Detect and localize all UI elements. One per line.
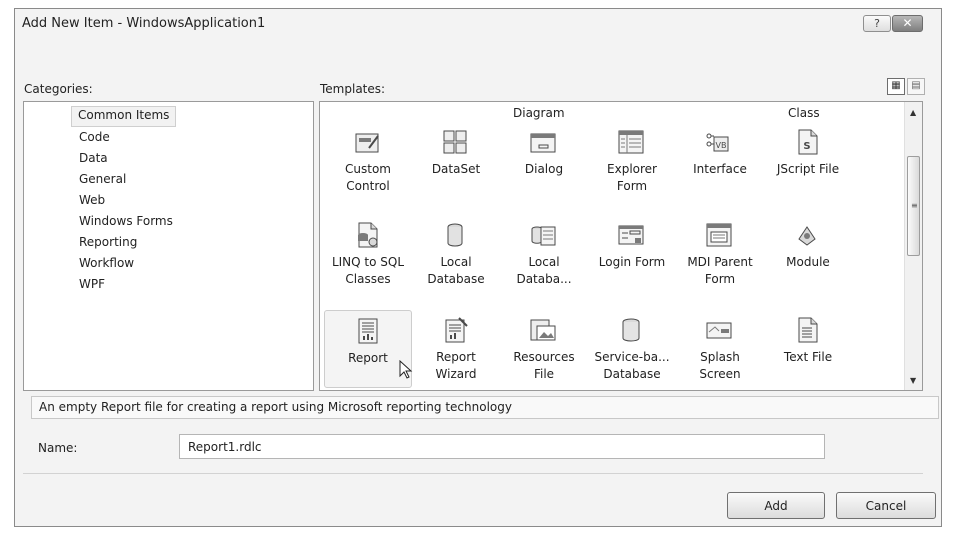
category-item-common-items[interactable]: Common Items [71,106,177,127]
template-header-class: Class [788,106,820,120]
template-tile-text-file[interactable]: Text File [764,310,852,388]
custom-control-icon [353,128,381,156]
template-label: Local Databa... [516,255,572,286]
resources-file-icon [529,316,557,344]
scroll-grip-icon: ≡ [911,201,918,210]
templates-label: Templates: [320,82,386,96]
local-database-icon [441,221,469,249]
template-label: LINQ to SQL Classes [331,255,405,286]
category-item-code[interactable]: Code [24,127,176,148]
svg-text:S: S [803,141,810,152]
template-label: Dialog [524,162,564,176]
splash-screen-icon [705,316,733,344]
scroll-up-arrow-icon[interactable]: ▲ [910,108,916,117]
category-item-data[interactable]: Data [24,148,176,169]
svg-text:VB: VB [716,141,727,150]
service-based-database-icon [617,316,645,344]
mouse-cursor-icon [399,359,413,380]
template-tile-report[interactable]: Report [324,310,413,388]
template-tile-linq-to-sql[interactable]: LINQ to SQL Classes [324,215,412,293]
report-wizard-icon [441,316,469,344]
separator [23,473,923,474]
template-tile-service-based-database[interactable]: Service-ba... Database [588,310,676,388]
template-header-diagram: Diagram [513,106,565,120]
template-label: Custom Control [345,162,391,193]
template-tile-splash-screen[interactable]: Splash Screen [676,310,764,388]
category-item-reporting[interactable]: Reporting [24,232,176,253]
text-file-icon [793,316,821,344]
add-new-item-dialog: Add New Item - WindowsApplication1 ? ✕ C… [14,8,942,527]
local-database-cache-icon [529,221,557,249]
linq-to-sql-icon [353,221,381,249]
module-icon [793,221,821,249]
template-tile-dialog[interactable]: Dialog [500,122,588,200]
template-tile-jscript-file[interactable]: S JScript File [764,122,852,200]
template-label: MDI Parent Form [687,255,753,286]
template-label: Resources File [513,350,575,381]
category-item-general[interactable]: General [24,169,176,190]
dialog-icon [529,128,557,156]
explorer-form-icon [617,128,645,156]
category-item-web[interactable]: Web [24,190,176,211]
template-tile-explorer-form[interactable]: Explorer Form [588,122,676,200]
template-label: Report Wizard [435,350,477,381]
category-item-workflow[interactable]: Workflow [24,253,176,274]
jscript-file-icon: S [793,128,821,156]
templates-list[interactable]: Diagram Class Custom Control DataSet Dialo… [319,101,923,391]
template-tile-dataset[interactable]: DataSet [412,122,500,200]
template-label: Explorer Form [607,162,657,193]
template-label: Text File [783,350,833,364]
scrollbar-thumb[interactable]: ≡ [907,156,920,256]
categories-label: Categories: [24,82,93,96]
template-label: Splash Screen [699,350,741,381]
template-tile-local-database-cache[interactable]: Local Databa... [500,215,588,293]
template-tile-local-database[interactable]: Local Database [412,215,500,293]
template-label: DataSet [431,162,481,176]
template-tile-mdi-parent-form[interactable]: MDI Parent Form [676,215,764,293]
name-label: Name: [38,441,78,455]
template-tile-module[interactable]: Module [764,215,852,293]
template-label: Login Form [598,255,666,269]
category-item-wpf[interactable]: WPF [24,274,176,295]
templates-scrollbar[interactable]: ▲ ≡ ▼ [904,102,922,390]
template-tile-custom-control[interactable]: Custom Control [324,122,412,200]
report-icon [354,317,382,345]
mdi-parent-form-icon [705,221,733,249]
template-description: An empty Report file for creating a repo… [31,396,939,419]
template-tile-report-wizard[interactable]: Report Wizard [412,310,500,388]
scroll-down-arrow-icon[interactable]: ▼ [910,376,916,385]
template-tile-resources-file[interactable]: Resources File [500,310,588,388]
template-label: Local Database [427,255,485,286]
login-form-icon [617,221,645,249]
categories-tree[interactable]: Common Items Code Data General Web Windows Fo… [23,101,314,391]
template-tile-login-form[interactable]: Login Form [588,215,676,293]
template-label: Module [786,255,830,269]
small-icons-view-icon[interactable]: ▤ [907,78,925,95]
cancel-button[interactable]: Cancel [836,492,936,519]
title-bar[interactable]: Add New Item - WindowsApplication1 ? ✕ [15,9,941,39]
template-label: JScript File [776,162,840,176]
interface-icon: VB [705,128,733,156]
help-button[interactable]: ? [863,15,891,32]
template-label: Interface [693,162,747,176]
name-input[interactable] [179,434,825,459]
category-item-windows-forms[interactable]: Windows Forms [24,211,176,232]
close-button[interactable]: ✕ [892,15,923,32]
dataset-icon [441,128,469,156]
add-button[interactable]: Add [727,492,825,519]
categories-list: Common Items Code Data General Web Windows Fo… [24,102,177,295]
template-tile-interface[interactable]: VB Interface [676,122,764,200]
template-label: Service-ba... Database [594,350,670,381]
large-icons-view-icon[interactable]: ▦ [887,78,905,95]
dialog-title: Add New Item - WindowsApplication1 [22,16,266,31]
